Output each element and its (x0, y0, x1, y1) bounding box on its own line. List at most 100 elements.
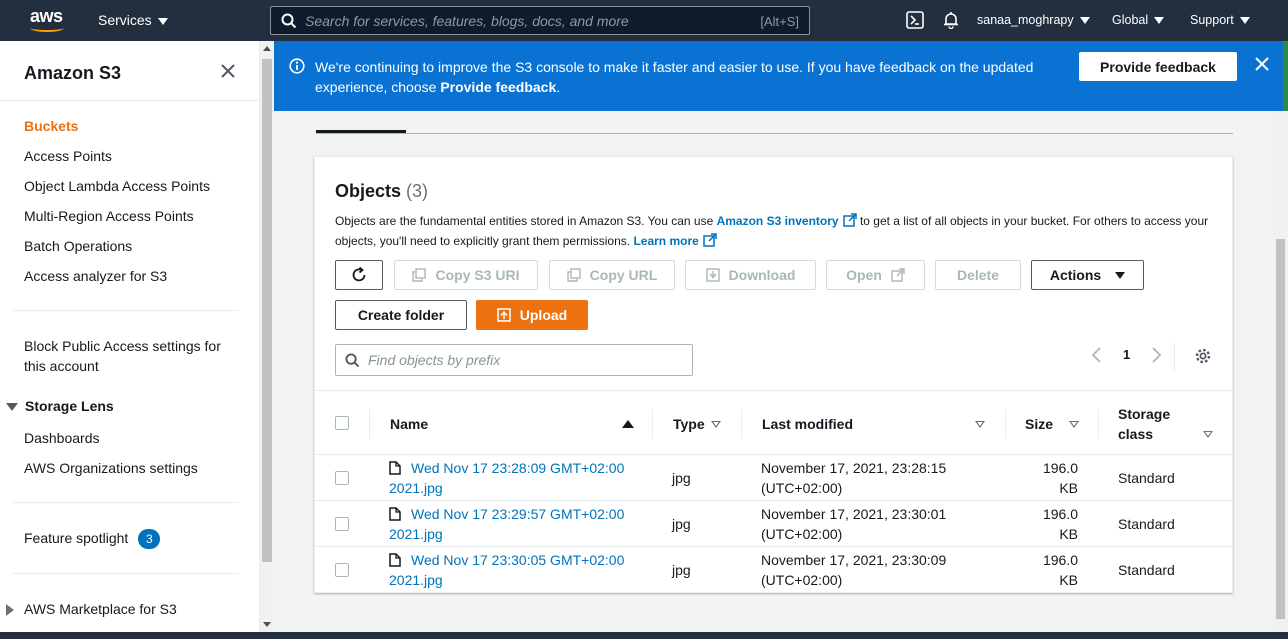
page-number[interactable]: 1 (1123, 347, 1130, 362)
object-filter[interactable] (335, 344, 693, 376)
chevron-right-icon[interactable] (1150, 347, 1162, 363)
table-row[interactable]: Wed Nov 17 23:28:09 GMT+02:00 2021.jpg j… (315, 455, 1232, 501)
sidebar-item-dashboards[interactable]: Dashboards (24, 428, 100, 448)
sidebar: Amazon S3 Buckets Access Points Object L… (0, 41, 260, 639)
services-menu[interactable]: Services (98, 12, 168, 28)
object-storage-class: Standard (1118, 470, 1175, 486)
actions-dropdown[interactable]: Actions (1031, 260, 1144, 290)
sidebar-title: Amazon S3 (24, 63, 122, 83)
sort-icon[interactable] (711, 421, 721, 428)
storage-lens-section[interactable]: Storage Lens (6, 398, 114, 414)
sort-icon[interactable] (975, 421, 985, 428)
create-folder-button[interactable]: Create folder (335, 300, 467, 330)
scroll-down-icon[interactable] (263, 622, 271, 627)
sidebar-item-object-lambda[interactable]: Object Lambda Access Points (24, 176, 210, 196)
aws-logo-smile (30, 24, 64, 32)
object-link[interactable]: Wed Nov 17 23:29:57 GMT+02:00 2021.jpg (389, 504, 639, 544)
scroll-up-icon[interactable] (263, 46, 271, 51)
object-type: jpg (672, 470, 691, 486)
account-name: sanaa_moghrapy (977, 13, 1074, 27)
top-navigation: aws Services [Alt+S] sanaa_moghrapy Glob… (0, 0, 1288, 41)
account-menu[interactable]: sanaa_moghrapy (977, 13, 1090, 27)
column-divider (652, 409, 653, 439)
column-class-header[interactable]: Storage class (1118, 404, 1188, 444)
learn-more-link[interactable]: Learn more (633, 233, 717, 248)
global-search[interactable]: [Alt+S] (270, 6, 810, 35)
column-type-header[interactable]: Type (673, 414, 705, 434)
table-header: Name Type Last modified Size Storage cla… (315, 390, 1232, 455)
cloudshell-icon[interactable] (906, 11, 924, 29)
sidebar-item-batch-operations[interactable]: Batch Operations (24, 236, 132, 256)
object-link[interactable]: Wed Nov 17 23:28:09 GMT+02:00 2021.jpg (389, 458, 639, 498)
close-icon[interactable] (1254, 56, 1270, 72)
column-size-header[interactable]: Size (1025, 414, 1053, 434)
refresh-button[interactable] (335, 260, 383, 290)
search-icon (345, 353, 360, 368)
bell-icon[interactable] (942, 11, 960, 29)
external-link-icon (891, 268, 905, 282)
objects-count: (3) (406, 181, 429, 201)
copy-url-button[interactable]: Copy URL (549, 260, 675, 290)
sidebar-item-marketplace[interactable]: AWS Marketplace for S3 (6, 599, 177, 619)
row-checkbox[interactable] (335, 517, 349, 531)
row-checkbox[interactable] (335, 563, 349, 577)
object-modified: November 17, 2021, 23:28:15 (UTC+02:00) (761, 460, 947, 496)
scrollbar-thumb[interactable] (262, 59, 272, 562)
sidebar-scrollbar[interactable] (260, 41, 274, 632)
object-name: Wed Nov 17 23:29:57 GMT+02:00 2021.jpg (389, 506, 625, 542)
support-label: Support (1190, 13, 1234, 27)
filter-input[interactable] (368, 350, 678, 370)
download-button[interactable]: Download (685, 260, 816, 290)
sort-icon[interactable] (1069, 421, 1079, 428)
download-icon (705, 268, 720, 282)
notification-badge: 3 (138, 529, 161, 550)
support-menu[interactable]: Support (1190, 13, 1250, 27)
copy-url-label: Copy URL (589, 267, 658, 283)
feedback-banner: We're continuing to improve the S3 conso… (274, 41, 1283, 111)
column-name-header[interactable]: Name (390, 414, 428, 434)
main-scrollbar[interactable] (1273, 111, 1288, 632)
inventory-link[interactable]: Amazon S3 inventory (716, 213, 857, 228)
gear-icon[interactable] (1194, 347, 1212, 365)
upload-button[interactable]: Upload (476, 300, 588, 330)
sidebar-item-block-public-access[interactable]: Block Public Access settings for this ac… (24, 336, 239, 376)
sidebar-item-access-points[interactable]: Access Points (24, 146, 112, 166)
region-menu[interactable]: Global (1112, 13, 1165, 27)
search-input[interactable] (305, 10, 745, 32)
provide-feedback-button[interactable]: Provide feedback (1079, 52, 1237, 81)
sidebar-item-access-analyzer[interactable]: Access analyzer for S3 (24, 266, 167, 286)
select-all-checkbox[interactable] (335, 416, 349, 430)
object-type: jpg (672, 562, 691, 578)
upload-label: Upload (519, 307, 568, 323)
column-modified-header[interactable]: Last modified (762, 414, 853, 434)
sidebar-item-org-settings[interactable]: AWS Organizations settings (24, 458, 198, 478)
open-button[interactable]: Open (826, 260, 925, 290)
object-name: Wed Nov 17 23:28:09 GMT+02:00 2021.jpg (389, 460, 625, 496)
sort-ascending-icon[interactable] (622, 420, 634, 428)
table-row[interactable]: Wed Nov 17 23:29:57 GMT+02:00 2021.jpg j… (315, 501, 1232, 547)
window-edge (1283, 41, 1288, 111)
divider (12, 310, 239, 311)
row-checkbox[interactable] (335, 471, 349, 485)
feature-spotlight-label: Feature spotlight (24, 530, 129, 546)
sidebar-item-feature-spotlight[interactable]: Feature spotlight 3 (24, 528, 161, 550)
banner-text-end: . (556, 79, 561, 95)
column-divider (1005, 409, 1006, 439)
sidebar-item-multi-region[interactable]: Multi-Region Access Points (24, 206, 194, 226)
inventory-link-label: Amazon S3 inventory (716, 214, 839, 228)
file-icon (389, 553, 401, 567)
object-link[interactable]: Wed Nov 17 23:30:05 GMT+02:00 2021.jpg (389, 550, 639, 590)
learn-more-label: Learn more (633, 234, 699, 248)
chevron-left-icon[interactable] (1091, 347, 1103, 363)
close-icon[interactable] (220, 63, 236, 79)
scrollbar-thumb[interactable] (1276, 239, 1285, 619)
table-row[interactable]: Wed Nov 17 23:30:05 GMT+02:00 2021.jpg j… (315, 547, 1232, 593)
banner-text: We're continuing to improve the S3 conso… (315, 59, 1034, 95)
objects-panel: Objects (3) Objects are the fundamental … (314, 156, 1233, 593)
caret-down-icon (157, 17, 168, 25)
sidebar-item-buckets[interactable]: Buckets (24, 116, 78, 136)
sort-icon[interactable] (1203, 431, 1213, 438)
delete-button[interactable]: Delete (935, 260, 1021, 290)
copy-s3-uri-button[interactable]: Copy S3 URI (394, 260, 538, 290)
object-modified: November 17, 2021, 23:30:09 (UTC+02:00) (761, 552, 947, 588)
